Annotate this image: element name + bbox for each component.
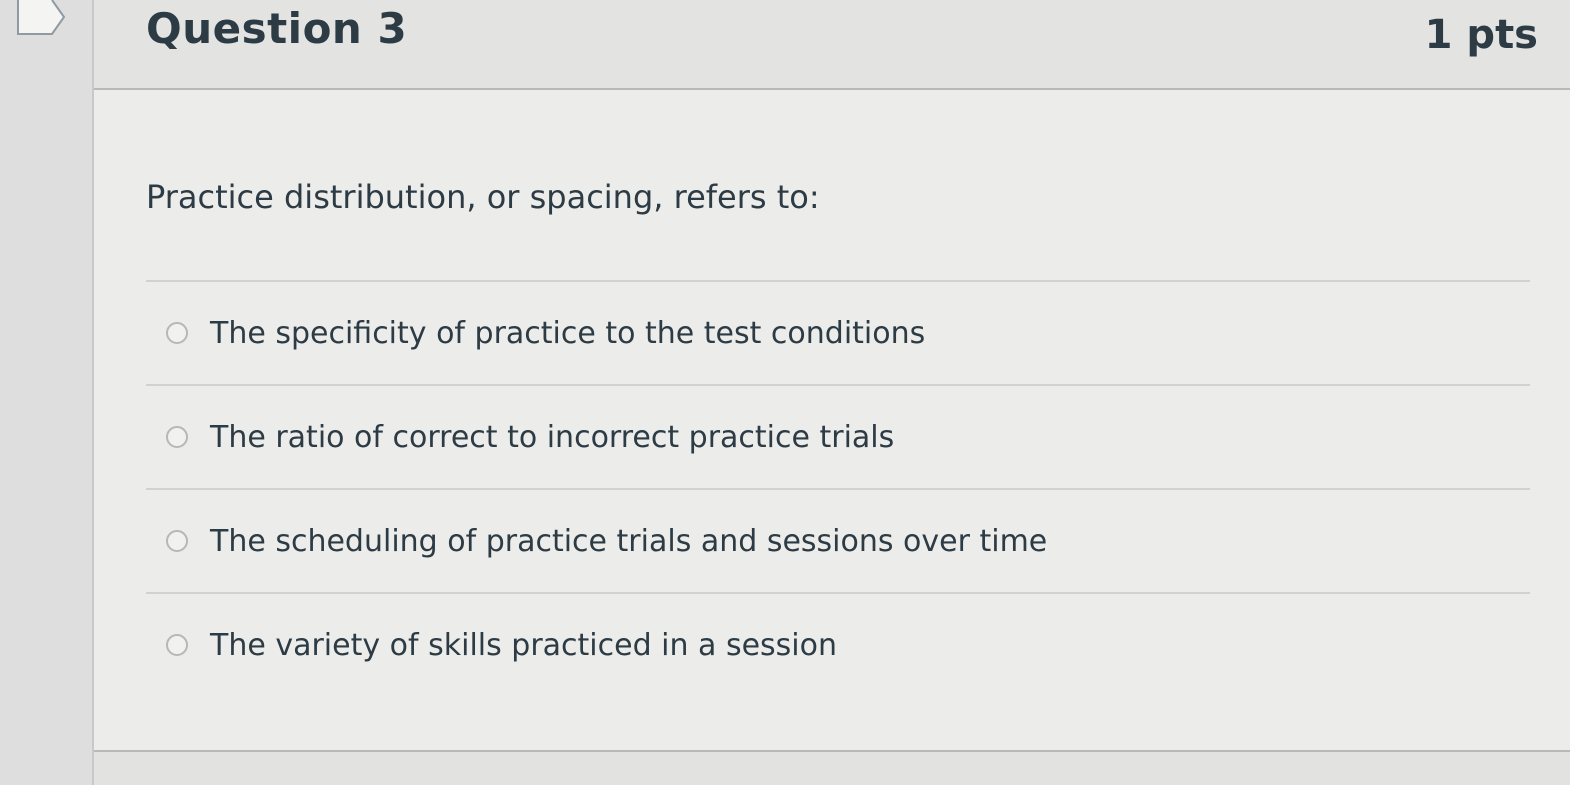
question-footer [94, 752, 1570, 785]
answer-label: The specificity of practice to the test … [210, 315, 926, 351]
answer-label: The scheduling of practice trials and se… [210, 523, 1048, 559]
radio-button-icon[interactable] [166, 322, 188, 344]
answer-label: The variety of skills practiced in a ses… [210, 627, 838, 663]
answer-label: The ratio of correct to incorrect practi… [210, 419, 895, 455]
answer-option[interactable]: The variety of skills practiced in a ses… [146, 594, 1530, 696]
question-prompt: Practice distribution, or spacing, refer… [146, 178, 820, 216]
question-points: 1 pts [1424, 12, 1538, 58]
answer-list: The specificity of practice to the test … [146, 280, 1530, 696]
radio-button-icon[interactable] [166, 634, 188, 656]
radio-button-icon[interactable] [166, 530, 188, 552]
question-header: Question 3 1 pts [94, 0, 1570, 90]
answer-option[interactable]: The specificity of practice to the test … [146, 282, 1530, 384]
left-gutter [0, 0, 94, 785]
flag-icon[interactable] [14, 0, 66, 38]
question-body: Practice distribution, or spacing, refer… [94, 90, 1570, 750]
question-title: Question 3 [146, 4, 408, 53]
quiz-page: Question 3 1 pts Practice distribution, … [0, 0, 1570, 785]
answer-option[interactable]: The scheduling of practice trials and se… [146, 490, 1530, 592]
answer-option[interactable]: The ratio of correct to incorrect practi… [146, 386, 1530, 488]
radio-button-icon[interactable] [166, 426, 188, 448]
